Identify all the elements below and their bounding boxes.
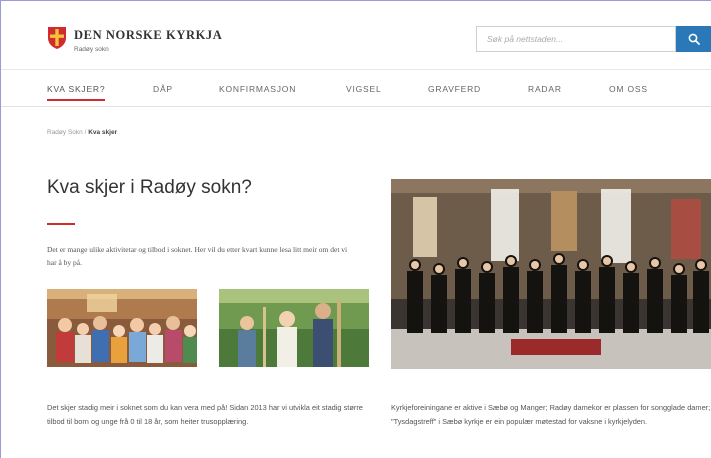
nav-item-kva-skjer[interactable]: KVA SKJER? [47, 70, 106, 107]
nav-item-konfirmasjon[interactable]: KONFIRMASJON [219, 70, 296, 107]
page-title: Kva skjer i Radøy sokn? [47, 177, 252, 198]
nav-item-gravferd[interactable]: GRAVFERD [428, 70, 481, 107]
search-button[interactable] [676, 26, 711, 52]
caption-kyrkjeforeiningane: Kyrkjeforeiningane er aktive i Sæbø og M… [391, 403, 711, 426]
search-input[interactable] [477, 27, 675, 51]
youth-photo-graphic [219, 289, 369, 367]
children-activity-photo[interactable] [47, 289, 197, 367]
main-nav: KVA SKJER? DÅP KONFIRMASJON VIGSEL GRAVF… [1, 69, 711, 107]
nav-item-dap[interactable]: DÅP [153, 70, 173, 107]
title-divider [47, 223, 75, 225]
site-logo[interactable]: DEN NORSKE KYRKJA Radøy sokn [47, 26, 222, 53]
search-icon [688, 33, 700, 45]
nav-item-vigsel[interactable]: VIGSEL [346, 70, 382, 107]
org-name: DEN NORSKE KYRKJA [74, 28, 223, 42]
choir-photo[interactable] [391, 179, 711, 369]
page-frame: DEN NORSKE KYRKJA Radøy sokn KVA SKJER? … [0, 0, 711, 458]
site-logo-text: DEN NORSKE KYRKJA Radøy sokn [74, 26, 223, 54]
site-header: DEN NORSKE KYRKJA Radøy sokn [1, 1, 711, 69]
breadcrumb-current: Kva skjer [88, 129, 118, 136]
breadcrumb-root[interactable]: Radøy Sokn [47, 129, 83, 136]
nav-item-radar[interactable]: RADAR [528, 70, 562, 107]
children-photo-graphic [47, 289, 197, 367]
search-box [476, 26, 676, 52]
intro-text: Det er mange ulike aktivitetar og tilbod… [47, 245, 348, 267]
org-sub: Radøy sokn [74, 46, 109, 53]
church-shield-logo-icon [48, 27, 66, 49]
youth-outdoor-photo[interactable] [219, 289, 369, 367]
nav-item-om-oss[interactable]: OM OSS [609, 70, 648, 107]
choir-photo-graphic [391, 179, 711, 369]
breadcrumb: Radøy Sokn / Kva skjer [47, 129, 117, 136]
caption-trusopplaering: Det skjer stadig meir i soknet som du ka… [47, 403, 363, 426]
